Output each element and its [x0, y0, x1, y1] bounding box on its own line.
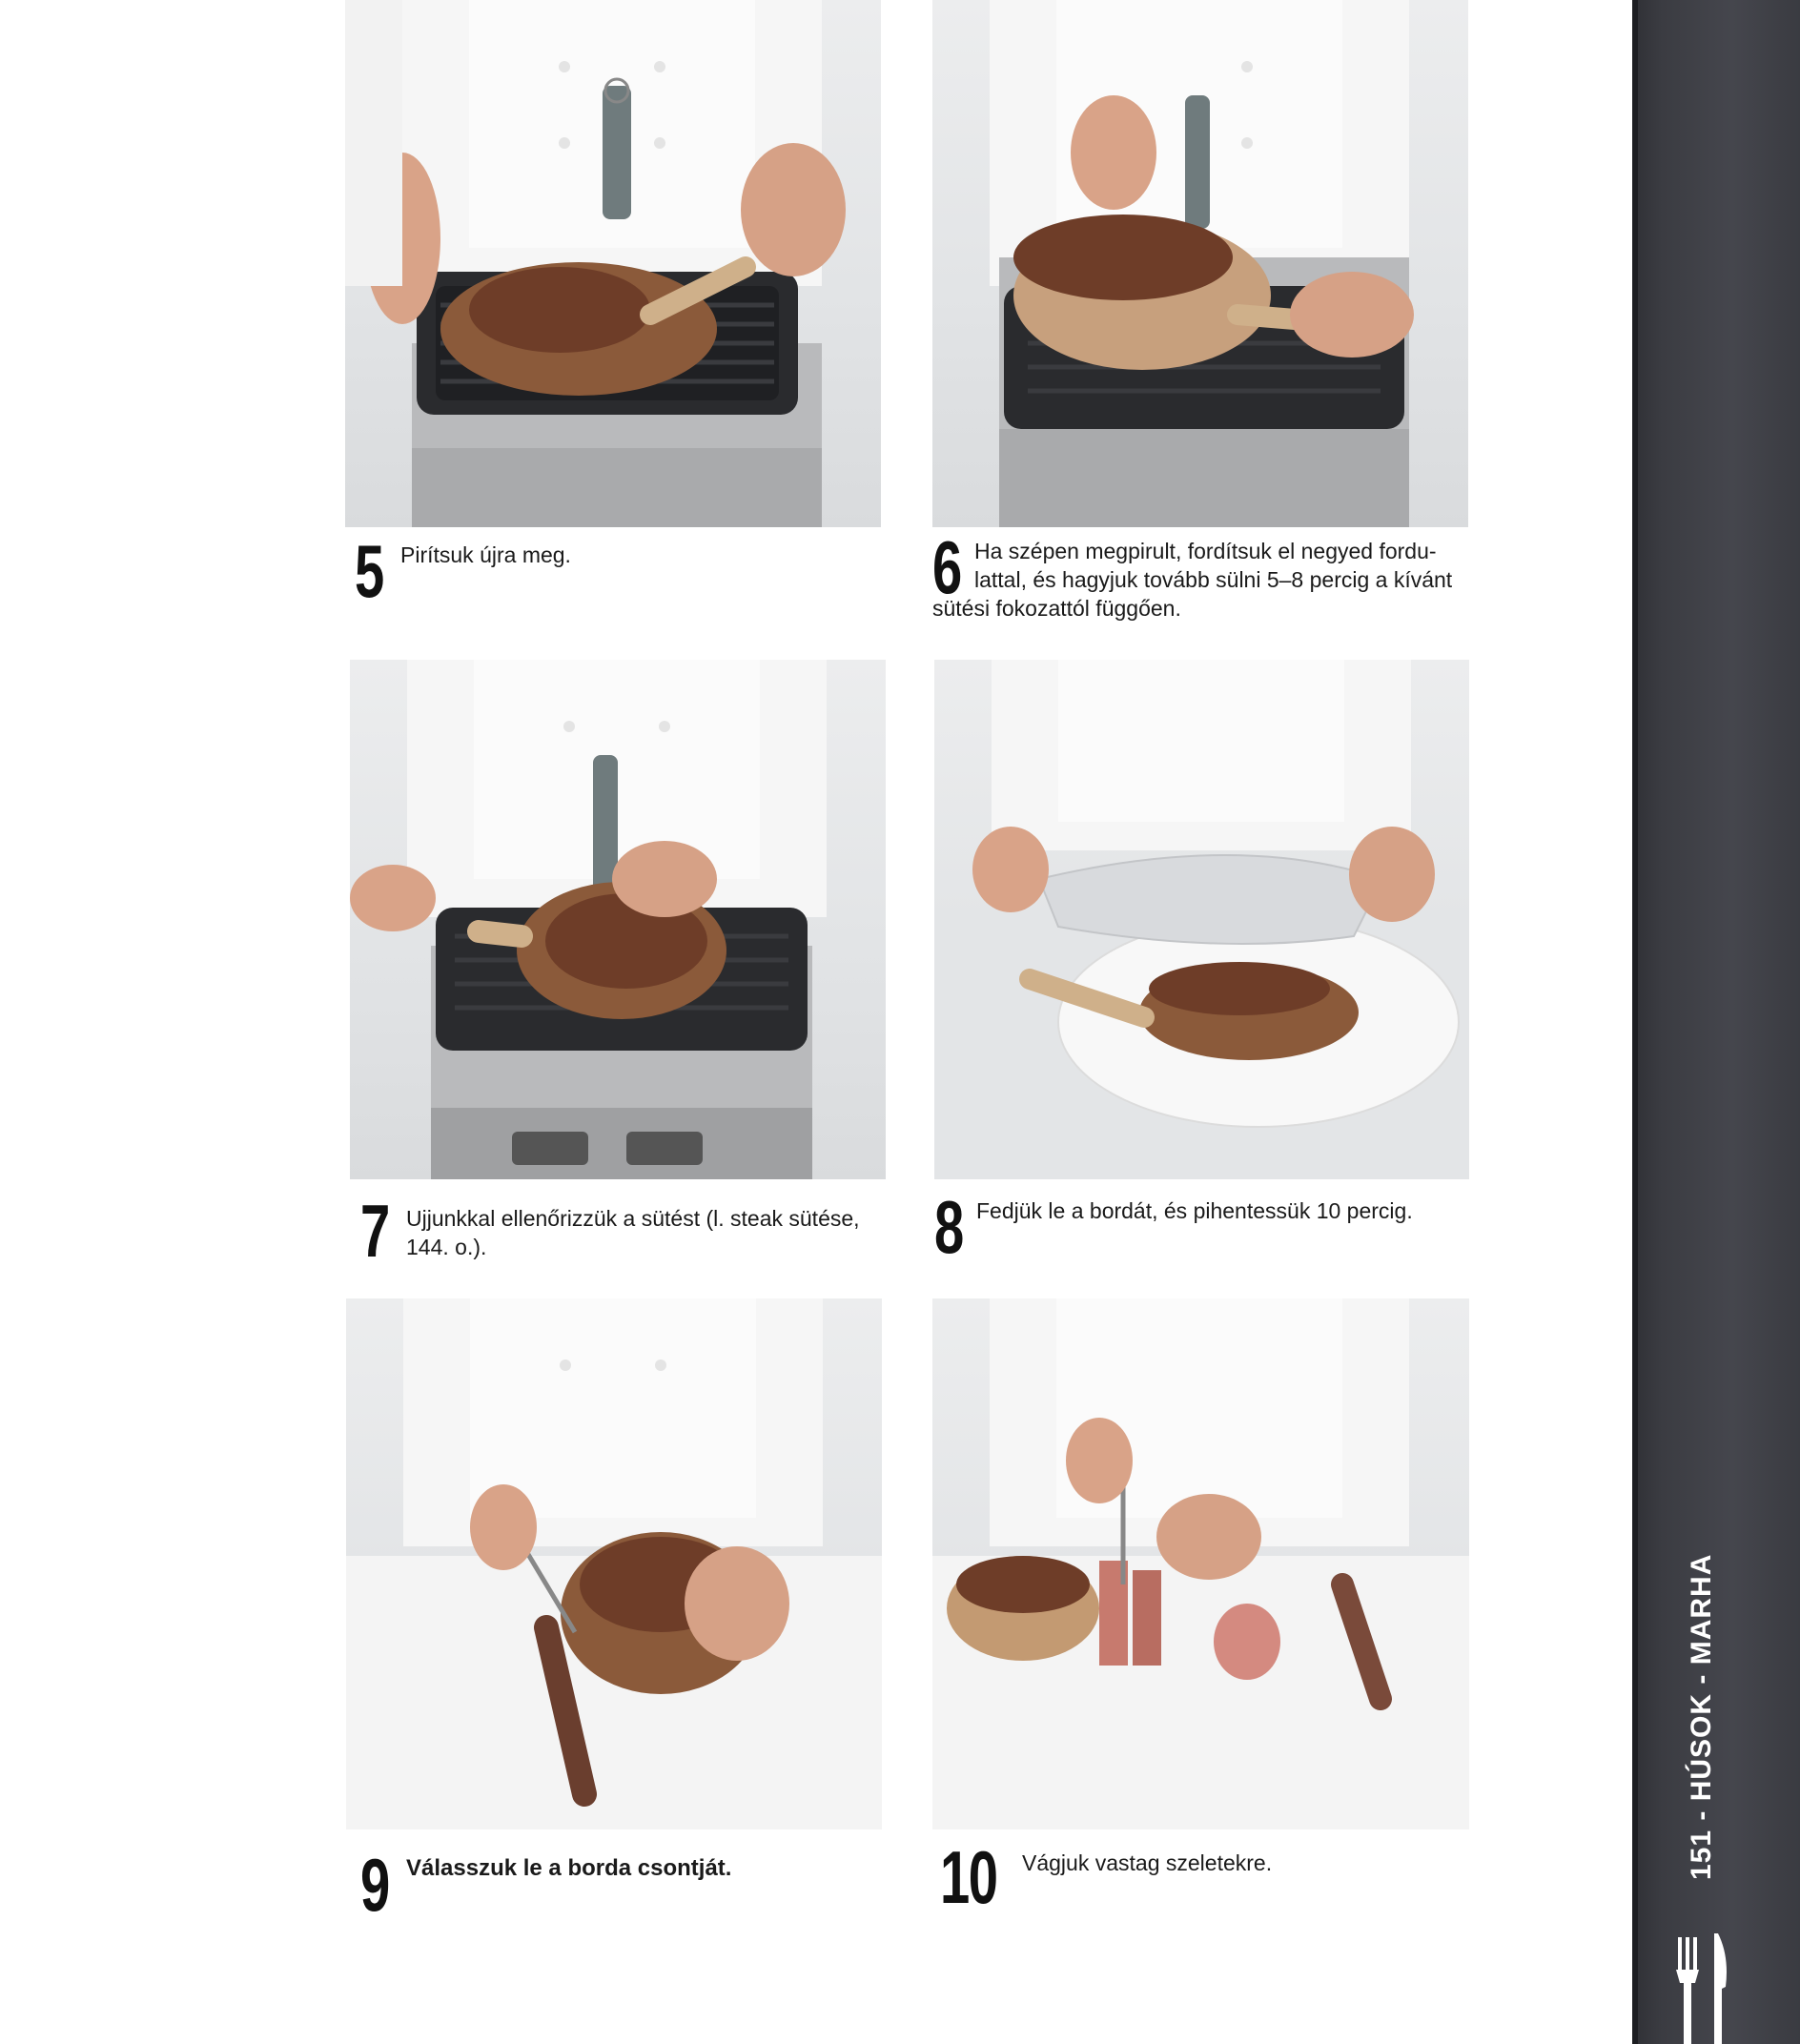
- step-9-number: 9: [360, 1843, 390, 1927]
- step-7-caption-line2: 144. o.).: [406, 1235, 487, 1259]
- step-6-photo: [932, 0, 1468, 527]
- step-6-caption-line2: lattal, és hagyjuk tovább sülni 5–8 perc…: [974, 567, 1453, 592]
- step-7-number: 7: [360, 1189, 390, 1273]
- step-8-number: 8: [934, 1185, 964, 1269]
- step-10-caption: Vágjuk vastag szeletekre.: [1022, 1850, 1273, 1875]
- step-7-photo: [350, 660, 886, 1179]
- step-8-caption: Fedjük le a bordát, és pihentessük 10 pe…: [976, 1198, 1413, 1223]
- step-5-caption: Pirítsuk újra meg.: [400, 542, 571, 567]
- step-10-number: 10: [940, 1835, 998, 1919]
- step-6-caption-line1: Ha szépen megpirult, fordítsuk el negyed…: [974, 539, 1437, 563]
- step-9-photo: [346, 1298, 882, 1829]
- step-8-photo: [934, 660, 1469, 1179]
- fork-knife-icon: [1676, 1933, 1727, 2044]
- step-10-photo: [932, 1298, 1469, 1829]
- step-5-number: 5: [355, 529, 384, 613]
- step-5-photo: [345, 0, 881, 527]
- sidebar-edge: [1632, 0, 1638, 2044]
- page-number-chapter-label: 151 - HÚSOK - MARHA: [1686, 1553, 1717, 1880]
- step-9-caption: Válasszuk le a borda csontját.: [406, 1855, 732, 1881]
- step-7-caption-line1: Ujjunkkal ellenőrizzük a sütést (l. stea…: [406, 1206, 860, 1231]
- step-6-caption-line3: sütési fokozattól függően.: [932, 596, 1181, 621]
